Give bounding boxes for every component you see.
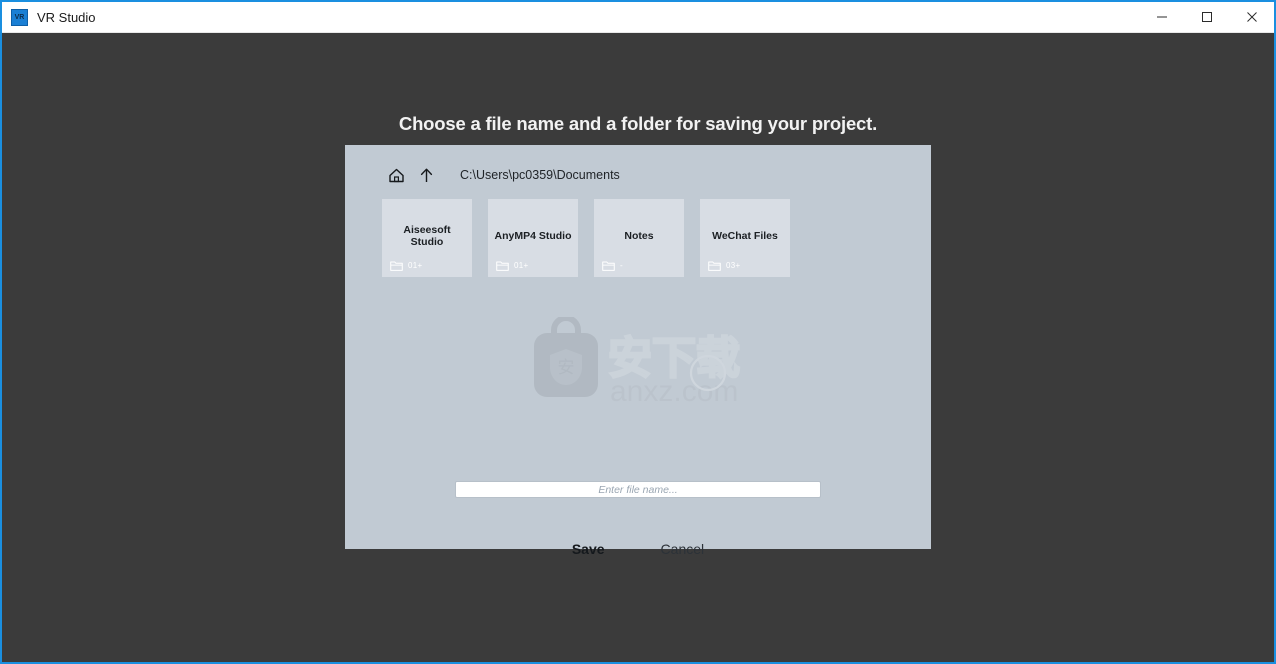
home-icon <box>388 168 404 182</box>
folder-icon <box>602 261 615 271</box>
arrow-up-icon <box>420 168 432 182</box>
minimize-button[interactable] <box>1139 2 1184 32</box>
folder-icon <box>390 261 403 271</box>
svg-text:安下载: 安下载 <box>608 333 740 384</box>
folder-count: 01+ <box>514 261 529 270</box>
watermark: 安 安下载 anxz.com <box>530 315 752 409</box>
window-controls <box>1139 2 1274 32</box>
folder-card[interactable]: Notes - <box>594 199 684 277</box>
folder-card[interactable]: WeChat Files 03+ <box>700 199 790 277</box>
folder-card[interactable]: AnyMP4 Studio 01+ <box>488 199 578 277</box>
folder-meta: - <box>602 260 623 271</box>
title-bar: VR VR Studio <box>2 2 1274 33</box>
app-icon: VR <box>11 8 28 26</box>
close-icon <box>1246 12 1257 22</box>
folder-list: Aiseesoft Studio 01+ AnyMP4 Studio 01+ N… <box>382 199 790 277</box>
app-icon-label: VR <box>14 13 25 21</box>
folder-count: 01+ <box>408 261 423 270</box>
current-path: C:\Users\pc0359\Documents <box>460 168 620 182</box>
folder-icon <box>496 261 509 271</box>
svg-text:安: 安 <box>558 358 575 378</box>
filename-input[interactable] <box>455 481 821 498</box>
folder-name: Aiseesoft Studio <box>403 224 451 248</box>
folder-count: - <box>620 261 623 270</box>
cancel-button[interactable]: Cancel <box>661 541 705 557</box>
minimize-icon <box>1156 16 1167 18</box>
watermark-logo-icon: 安 安下载 anxz.com <box>534 315 741 408</box>
folder-name: AnyMP4 Studio <box>494 230 572 242</box>
folder-meta: 01+ <box>390 260 422 271</box>
folder-card[interactable]: Aiseesoft Studio 01+ <box>382 199 472 277</box>
app-window: VR VR Studio Choose a file name and a fo… <box>0 0 1276 664</box>
page-title: Choose a file name and a folder for savi… <box>398 113 878 134</box>
filename-row <box>345 481 931 498</box>
app-content: Choose a file name and a folder for savi… <box>2 33 1274 662</box>
close-button[interactable] <box>1229 2 1274 32</box>
folder-name: Notes <box>624 230 654 242</box>
folder-count: 03+ <box>726 261 741 270</box>
maximize-icon <box>1201 12 1212 22</box>
path-bar: C:\Users\pc0359\Documents <box>345 162 931 188</box>
maximize-button[interactable] <box>1184 2 1229 32</box>
home-button[interactable] <box>383 162 409 188</box>
folder-icon <box>708 261 721 271</box>
folder-meta: 01+ <box>496 260 528 271</box>
up-directory-button[interactable] <box>413 162 439 188</box>
save-button[interactable]: Save <box>572 541 605 557</box>
svg-text:anxz.com: anxz.com <box>610 375 738 408</box>
folder-meta: 03+ <box>708 260 740 271</box>
window-title: VR Studio <box>37 9 96 25</box>
dialog-actions: Save Cancel <box>345 541 931 557</box>
save-dialog-panel: C:\Users\pc0359\Documents Aiseesoft Stud… <box>345 145 931 557</box>
folder-name: WeChat Files <box>712 230 778 242</box>
